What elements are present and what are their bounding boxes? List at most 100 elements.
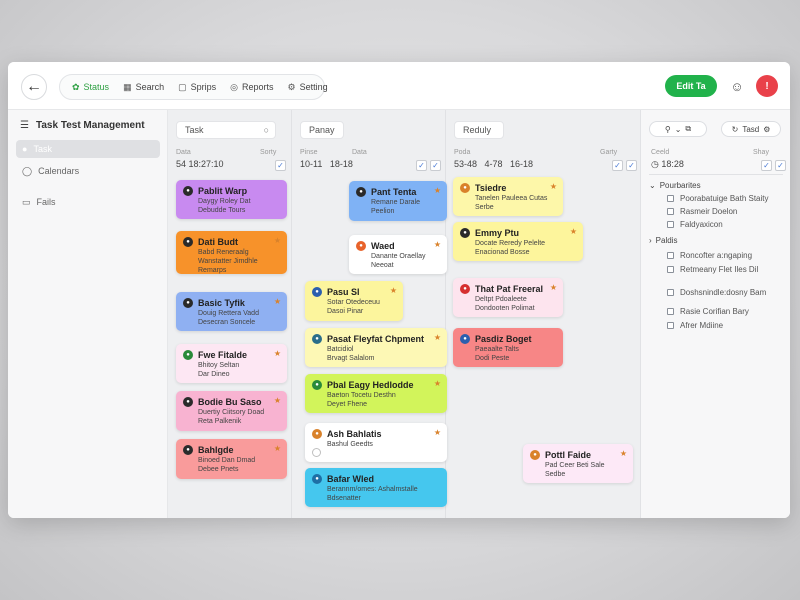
column-header-chip[interactable]: Panay [300, 121, 344, 139]
column-meta-left: Poda [454, 149, 471, 156]
card-line: Duertiy Ciitsory Doad [198, 409, 265, 416]
card-icon: ● [312, 334, 322, 344]
sidebar-toggle-icon[interactable]: ☰ [20, 120, 29, 131]
card-line: Berannm/omes: Ashalmstalle [327, 486, 418, 493]
right-panel: ⚲ ⌄ ⧉ ↻ Tasd ⚙ Ceeld Shay ◷ 18:28 ✓ ✓ ⌄ … [640, 110, 790, 518]
star-icon[interactable]: ★ [274, 396, 281, 405]
toolbar-setting-label: Setting [299, 82, 328, 92]
panel-task-button[interactable]: ↻ Tasd ⚙ [721, 121, 781, 137]
checkbox[interactable] [667, 308, 674, 315]
panel-item[interactable]: Rasie Corifian Bary [667, 307, 749, 316]
column-reduly: Reduly Poda Garty 53-48 4-78 16-18 ✓ ✓ ●… [446, 110, 640, 518]
divider [649, 174, 783, 175]
star-icon[interactable]: ★ [274, 444, 281, 453]
filter-icon[interactable]: ✓ [626, 160, 637, 171]
edit-task-button[interactable]: Edit Ta [665, 75, 717, 97]
task-card[interactable]: ● Dati Budt ★ Babd Reneraalg Wanstatter J… [176, 231, 287, 274]
task-card[interactable]: ● Pant Tenta ★ Remane Darale Peelion [349, 181, 447, 221]
toolbar-reports-button[interactable]: ◎ Reports [224, 77, 279, 97]
star-icon[interactable]: ★ [620, 449, 627, 458]
star-icon[interactable]: ★ [434, 379, 441, 388]
section-paldis[interactable]: › Paldis [649, 236, 677, 245]
task-card[interactable]: ● Pasdiz Boget Paeaalte Talts Dodi Peste [453, 328, 563, 367]
card-line: Paeaalte Talts [475, 346, 519, 353]
checkbox[interactable] [667, 322, 674, 329]
checkbox[interactable] [667, 195, 674, 202]
toolbar-setting-button[interactable]: ⚙ Setting [282, 77, 334, 97]
task-card[interactable]: ● Tsiedre ★ Tanelen Pauleea Cutas Serbe [453, 177, 563, 216]
star-icon[interactable]: ★ [570, 227, 577, 236]
checkbox[interactable] [667, 252, 674, 259]
sort-icon[interactable]: ✓ [612, 160, 623, 171]
sidebar-item-fails[interactable]: ▭ Fails [16, 193, 160, 211]
panel-search-button[interactable]: ⚲ ⌄ ⧉ [649, 121, 707, 137]
clock-icon: ◷ [651, 159, 659, 169]
smiley-icon[interactable]: ☺ [728, 77, 746, 95]
section-pourbarites[interactable]: ⌄ Pourbarites [649, 181, 701, 190]
checkbox[interactable] [667, 266, 674, 273]
checkbox[interactable] [667, 221, 674, 228]
avatar[interactable]: ! [756, 75, 778, 97]
task-card[interactable]: ● Pbal Eagy Hedlodde ★ Baeton Tocetu Dest… [305, 374, 447, 413]
task-card[interactable]: ● Waed ★ Danante Oraellay Neeoat [349, 235, 447, 274]
column-header-chip[interactable]: Reduly [454, 121, 504, 139]
panel-item[interactable]: Faldyaxicon [667, 220, 723, 229]
task-card[interactable]: ● Pablit Warp Daygy Roley Dat Debudde Tou… [176, 180, 287, 219]
filter-icon[interactable]: ✓ [775, 160, 786, 171]
search-icon: ⚲ [664, 124, 671, 134]
star-icon[interactable]: ★ [434, 333, 441, 342]
card-title: Basic Tyfik [198, 298, 245, 308]
toolbar-status-button[interactable]: ✿ Status [66, 77, 115, 97]
card-line: Dondooten Polimat [475, 305, 535, 312]
sort-icon[interactable]: ✓ [416, 160, 427, 171]
task-card[interactable]: ● Pasu Sl ★ Sotar Otedeceuu Dasoi Pinar [305, 281, 403, 321]
panel-item[interactable]: Roncofter a:ngaping [667, 251, 752, 260]
panel-item[interactable]: Retmeany Flet Iles Dil [667, 265, 758, 274]
panel-item[interactable]: Poorabatuige Bath Staity [667, 194, 769, 203]
toolbar-search-button[interactable]: ▦ Search [117, 77, 170, 97]
sort-icon[interactable]: ✓ [761, 160, 772, 171]
task-card[interactable]: ● Bahlgde ★ Binoed Dan Dmad Debee Pnets [176, 439, 287, 479]
card-title: Pasdiz Boget [475, 334, 532, 344]
column-header: Reduly [463, 125, 492, 135]
panel-item[interactable]: Afrer Mdiine [667, 321, 723, 330]
task-card[interactable]: ● Pasat Fleyfat Chpment ★ Batcidiol Brvag… [305, 328, 447, 367]
task-card[interactable]: ● Bafar Wled Berannm/omes: Ashalmstalle B… [305, 468, 447, 507]
card-line: Sotar Otedeceuu [327, 299, 380, 306]
panel-item[interactable]: Doshsnindle:dosny Bam [667, 288, 766, 297]
task-card[interactable]: ● Pottl Faide ★ Pad Ceer Beti Sale Sedbe [523, 444, 633, 483]
star-icon[interactable]: ★ [434, 428, 441, 437]
card-line: Babd Reneraalg [198, 249, 249, 256]
sidebar-item-task[interactable]: ● Task [16, 140, 160, 158]
filter-icon[interactable]: ✓ [430, 160, 441, 171]
card-line: Douig Rettera Vadd [198, 310, 259, 317]
task-card[interactable]: ● Basic Tyfik ★ Douig Rettera Vadd Desecr… [176, 292, 287, 331]
sidebar-item-label: Calendars [38, 166, 80, 176]
star-icon[interactable]: ★ [550, 182, 557, 191]
toolbar-sprips-label: Sprips [190, 82, 217, 92]
task-card[interactable]: ● That Pat Freeral ★ Deltpt Pdoaleete Don… [453, 278, 563, 317]
checkbox[interactable] [667, 289, 674, 296]
column-search-input[interactable]: Task ○ [176, 121, 276, 139]
sidebar-item-label: Fails [36, 197, 56, 207]
star-icon[interactable]: ★ [274, 349, 281, 358]
star-icon[interactable]: ★ [390, 286, 397, 295]
sidebar-item-calendars[interactable]: ◯ Calendars [16, 162, 160, 180]
checkbox[interactable] [667, 208, 674, 215]
star-icon[interactable]: ★ [550, 283, 557, 292]
task-card[interactable]: ● Bodie Bu Saso ★ Duertiy Ciitsory Doad R… [176, 391, 287, 431]
sort-icon[interactable]: ✓ [275, 160, 286, 171]
task-card[interactable]: ● Emmy Ptu ★ Docate Reredy Pelelte Enacio… [453, 222, 583, 261]
card-title: Pant Tenta [371, 187, 417, 197]
star-icon[interactable]: ★ [274, 297, 281, 306]
back-button[interactable]: ← [21, 74, 47, 100]
task-card[interactable]: ● Fwe Fitalde ★ Bhitoy Seltan Dar Dineo [176, 344, 287, 383]
card-line: Dar Dineo [198, 371, 230, 378]
tag-icon [312, 448, 321, 457]
panel-item[interactable]: Rasmeir Doelon [667, 207, 737, 216]
star-icon[interactable]: ★ [434, 240, 441, 249]
star-icon[interactable]: ★ [434, 186, 441, 195]
task-card[interactable]: ● Ash Bahlatis ★ Bashul Geedts [305, 423, 447, 462]
toolbar-sprips-button[interactable]: ▢ Sprips [172, 77, 222, 97]
star-icon[interactable]: ★ [274, 236, 281, 245]
